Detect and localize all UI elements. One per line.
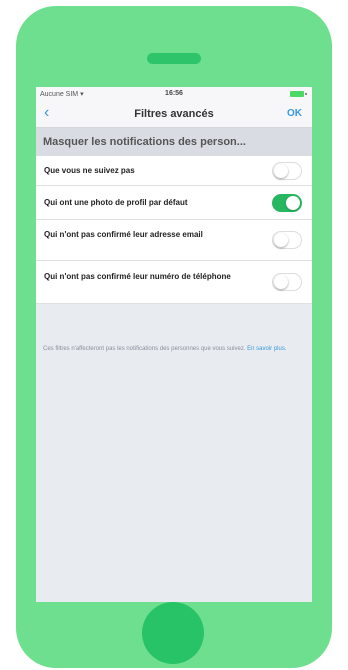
filter-label: Qui n'ont pas confirmé leur adresse emai…: [44, 230, 203, 239]
toggle-not-following[interactable]: [272, 162, 302, 180]
toggle-unconfirmed-phone[interactable]: [272, 273, 302, 291]
battery-icon: [290, 91, 307, 97]
filter-label: Qui n'ont pas confirmé leur numéro de té…: [44, 272, 231, 281]
filter-label: Que vous ne suivez pas: [44, 166, 135, 175]
ok-button[interactable]: OK: [287, 108, 302, 119]
screen: Aucune SIM ▾ 16:56 ‹ Filtres avancés OK …: [36, 87, 312, 602]
section-header-label: Masquer les notifications des person...: [43, 136, 246, 148]
toggle-default-photo[interactable]: [272, 194, 302, 212]
phone-frame: Aucune SIM ▾ 16:56 ‹ Filtres avancés OK …: [16, 6, 332, 668]
page-title: Filtres avancés: [134, 108, 214, 120]
toggle-knob: [286, 196, 300, 210]
filter-row-not-following: Que vous ne suivez pas: [36, 156, 312, 186]
toggle-unconfirmed-email[interactable]: [272, 231, 302, 249]
footer-note: Ces filtres n'affecteront pas les notifi…: [43, 345, 293, 354]
toggle-knob: [274, 233, 288, 247]
section-header: Masquer les notifications des person...: [36, 128, 312, 156]
learn-more-link[interactable]: En savoir plus.: [247, 346, 286, 352]
filter-row-default-photo: Qui ont une photo de profil par défaut: [36, 186, 312, 220]
footer-note-text: Ces filtres n'affecteront pas les notifi…: [43, 346, 246, 352]
home-button[interactable]: [142, 602, 204, 664]
toggle-knob: [274, 275, 288, 289]
toggle-knob: [274, 164, 288, 178]
filter-row-unconfirmed-phone: Qui n'ont pas confirmé leur numéro de té…: [36, 261, 312, 304]
nav-bar: ‹ Filtres avancés OK: [36, 101, 312, 128]
status-bar: Aucune SIM ▾ 16:56: [36, 87, 312, 101]
filter-row-unconfirmed-email: Qui n'ont pas confirmé leur adresse emai…: [36, 220, 312, 261]
filter-list: Que vous ne suivez pas Qui ont une photo…: [36, 156, 312, 304]
speaker-slot: [147, 53, 201, 64]
status-time: 16:56: [165, 90, 183, 97]
filter-label: Qui ont une photo de profil par défaut: [44, 198, 188, 207]
